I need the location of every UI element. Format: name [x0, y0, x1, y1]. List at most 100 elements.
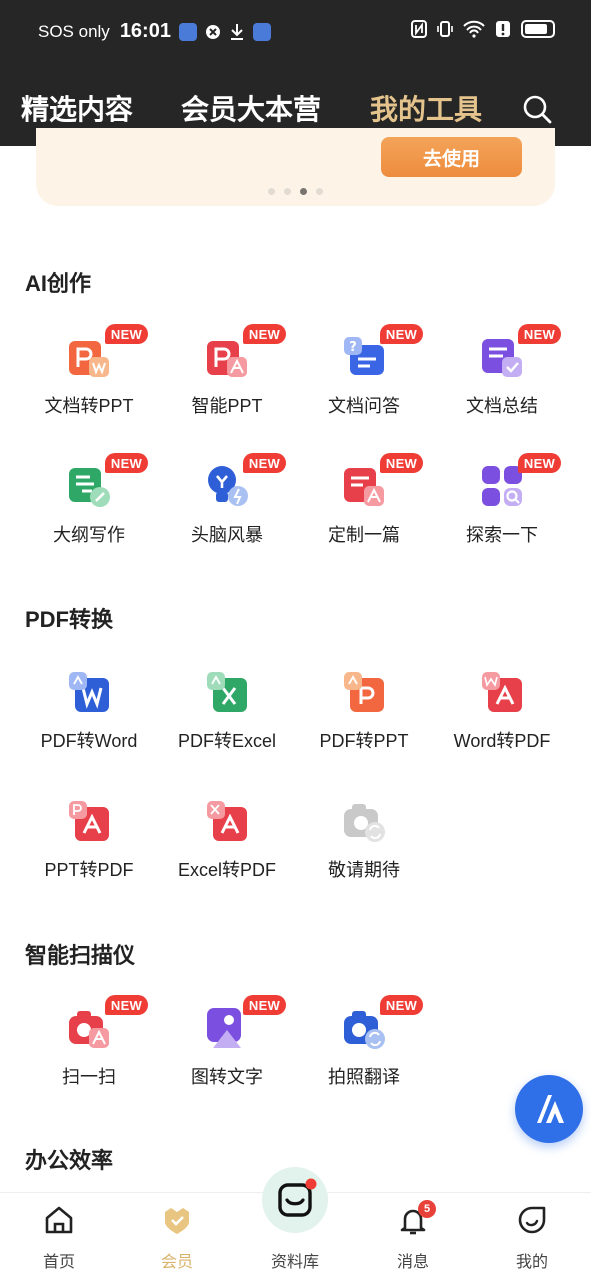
bottom-nav-label: 资料库 [270, 1254, 319, 1271]
tool-label: 定制一篇 [328, 525, 400, 545]
library-button[interactable] [262, 1167, 328, 1233]
new-badge: NEW [105, 453, 148, 473]
tool-label: PDF转PPT [319, 731, 409, 751]
section-title-pdf: PDF转换 [25, 607, 114, 632]
home-icon [45, 1206, 73, 1234]
clock: 16:01 [119, 20, 171, 42]
tool-label: 头脑风暴 [191, 525, 263, 545]
new-badge: NEW [518, 324, 561, 344]
pdf-to-ppt-icon [344, 672, 384, 712]
tool-image-to-text[interactable]: NEW 图转文字 [157, 994, 297, 1104]
tool-label: PDF转Word [40, 731, 138, 751]
pdf-to-word-icon [69, 672, 109, 712]
shield-icon [178, 22, 197, 41]
tool-outline-writing[interactable]: NEW 大纲写作 [19, 452, 159, 562]
bottom-nav-label: 消息 [396, 1254, 429, 1271]
tool-label: Word转PDF [453, 731, 551, 751]
new-badge: NEW [243, 324, 286, 344]
tool-label: Excel转PDF [177, 860, 276, 880]
tool-label: 扫一扫 [62, 1067, 116, 1087]
tool-coming-soon[interactable]: 敬请期待 [294, 787, 434, 897]
new-badge: NEW [518, 453, 561, 473]
library-icon [278, 1178, 317, 1217]
close-circle-icon [205, 24, 220, 39]
tool-label: PDF转Excel [177, 731, 276, 751]
tool-custom-article[interactable]: NEW 定制一篇 [294, 452, 434, 562]
excel-to-pdf-icon [207, 801, 247, 841]
tool-label: 探索一下 [466, 525, 538, 545]
new-badge: NEW [380, 324, 423, 344]
ai-assistant-button[interactable] [515, 1075, 583, 1143]
tool-brainstorm[interactable]: NEW 头脑风暴 [157, 452, 297, 562]
tool-excel-to-pdf[interactable]: Excel转PDF [157, 787, 297, 897]
tool-label: 敬请期待 [328, 860, 400, 880]
tool-label: 智能PPT [191, 396, 263, 416]
svg-text:?: ? [349, 340, 357, 355]
message-count-badge: 5 [418, 1200, 436, 1218]
bottom-nav-home[interactable]: 首页 [19, 1196, 99, 1272]
new-badge: NEW [380, 995, 423, 1015]
tool-doc-summary[interactable]: NEW 文档总结 [432, 323, 572, 433]
tool-ppt-to-pdf[interactable]: PPT转PDF [19, 787, 159, 897]
carrier-text: SOS only [38, 21, 110, 41]
tool-label: 文档总结 [466, 396, 538, 416]
section-title-office: 办公效率 [25, 1148, 114, 1173]
battery-icon [521, 20, 555, 38]
tool-pdf-to-ppt[interactable]: PDF转PPT [294, 658, 434, 768]
coming-soon-icon [344, 804, 385, 842]
tool-label: 拍照翻译 [328, 1067, 400, 1087]
tool-photo-translate[interactable]: NEW 拍照翻译 [294, 994, 434, 1104]
tool-label: 文档问答 [328, 396, 400, 416]
page-dot [284, 188, 291, 195]
tab-featured[interactable]: 精选内容 [21, 88, 133, 128]
bottom-nav-me[interactable]: 我的 [492, 1196, 572, 1272]
tool-label: 大纲写作 [53, 525, 125, 545]
tool-doc-to-ppt[interactable]: NEW 文档转PPT [19, 323, 159, 433]
new-badge: NEW [105, 995, 148, 1015]
new-badge: NEW [380, 453, 423, 473]
bottom-nav-label: 我的 [515, 1254, 548, 1271]
tool-label: 文档转PPT [44, 396, 134, 416]
tool-doc-qa[interactable]: ? NEW 文档问答 [294, 323, 434, 433]
page-dot [316, 188, 323, 195]
top-nav: 精选内容 会员大本营 我的工具 [0, 88, 591, 128]
profile-icon [518, 1206, 546, 1234]
tool-label: 图转文字 [191, 1067, 263, 1087]
page-dot [268, 188, 275, 195]
bottom-nav-label: 会员 [160, 1254, 193, 1271]
new-badge: NEW [243, 453, 286, 473]
section-title-scanner: 智能扫描仪 [25, 943, 136, 968]
page-dot-active [300, 188, 307, 195]
tool-explore[interactable]: NEW 探索一下 [432, 452, 572, 562]
member-heart-icon [165, 1208, 189, 1234]
bottom-nav-label: 首页 [42, 1254, 75, 1271]
tool-pdf-to-word[interactable]: PDF转Word [19, 658, 159, 768]
vibrate-icon [437, 21, 453, 37]
app-header: SOS only 16:01 精选内容 会员大本营 我的工具 [0, 0, 591, 146]
alert-icon [496, 21, 510, 37]
app-notification-icon [252, 22, 271, 41]
bottom-nav-member[interactable]: 会员 [137, 1196, 217, 1272]
banner-use-button[interactable]: 去使用 [381, 137, 522, 177]
bottom-nav-messages[interactable]: 消息 [373, 1196, 453, 1272]
tool-label: PPT转PDF [44, 860, 134, 880]
download-icon [230, 23, 243, 40]
new-badge: NEW [105, 324, 148, 344]
tab-member-camp[interactable]: 会员大本营 [181, 88, 321, 128]
pdf-to-excel-icon [207, 672, 247, 712]
section-title-ai: AI创作 [25, 271, 92, 296]
word-to-pdf-icon [482, 672, 522, 712]
tool-word-to-pdf[interactable]: Word转PDF [432, 658, 572, 768]
tool-smart-ppt[interactable]: NEW 智能PPT [157, 323, 297, 433]
ai-logo-icon [537, 1095, 564, 1123]
new-badge: NEW [243, 995, 286, 1015]
tool-pdf-to-excel[interactable]: PDF转Excel [157, 658, 297, 768]
tool-scan[interactable]: NEW 扫一扫 [19, 994, 159, 1104]
status-bar: SOS only 16:01 [0, 0, 591, 66]
banner-pagination [268, 188, 323, 195]
ppt-to-pdf-icon [69, 801, 109, 841]
tab-my-tools[interactable]: 我的工具 [370, 88, 482, 128]
search-icon[interactable] [521, 93, 553, 125]
nfc-icon [411, 20, 427, 38]
wifi-icon [463, 20, 485, 38]
